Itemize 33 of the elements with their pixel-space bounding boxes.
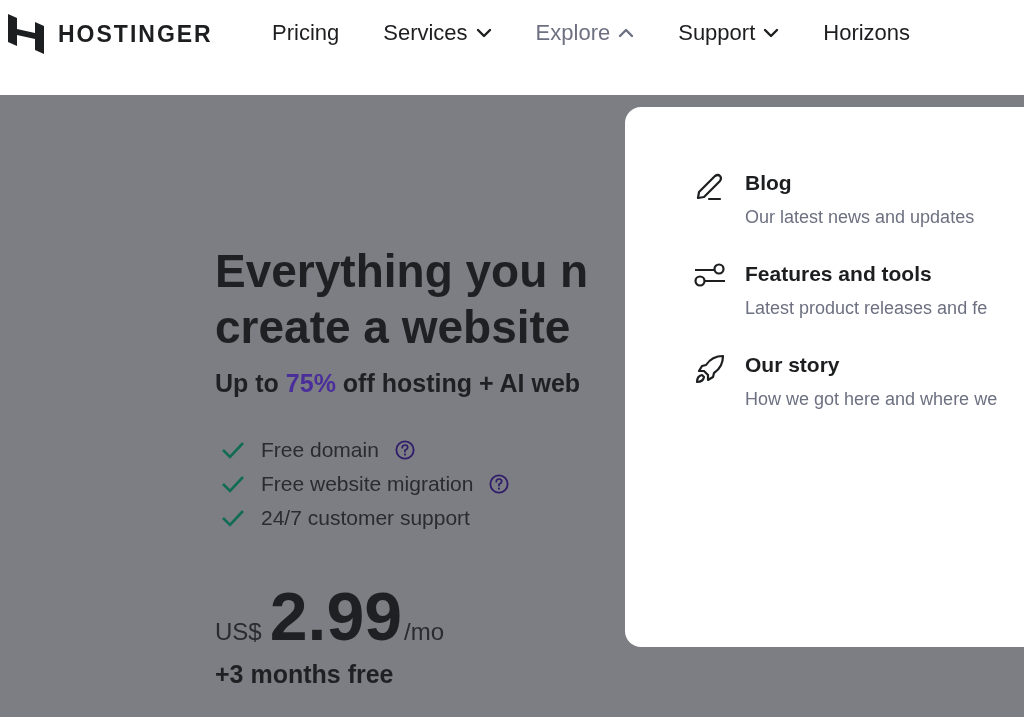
help-icon[interactable] (394, 440, 415, 460)
price-currency: US$ (215, 618, 262, 646)
hero-heading: create a website (215, 300, 571, 355)
check-icon (221, 475, 245, 493)
hero-heading: Everything you n (215, 244, 589, 299)
price-period: /mo (404, 618, 445, 646)
menu-item-description: Our latest news and updates (745, 207, 975, 228)
check-icon (221, 441, 245, 459)
check-icon (221, 509, 245, 527)
feature-text: 24/7 customer support (261, 506, 470, 530)
price-amount: 2.99 (269, 582, 403, 650)
chevron-up-icon (618, 28, 635, 38)
menu-item-title[interactable]: Our story (745, 353, 840, 377)
nav-link[interactable]: Horizons (823, 20, 911, 46)
hero-subtitle: Up to 75% off hosting + AI web (215, 369, 581, 398)
menu-item-title[interactable]: Features and tools (745, 262, 932, 286)
rocket-icon (693, 353, 727, 385)
help-icon[interactable] (489, 474, 510, 494)
brand-name[interactable]: HOSTINGER (58, 20, 213, 48)
nav-link[interactable]: Pricing (272, 20, 340, 46)
feature-text: Free domain (261, 438, 379, 462)
nav-link[interactable]: Services (383, 20, 492, 46)
chevron-down-icon (475, 28, 492, 38)
sliders-icon (693, 262, 727, 288)
menu-item-description: How we got here and where we (745, 389, 998, 410)
feature-text: Free website migration (261, 472, 474, 496)
menu-item-description: Latest product releases and fe (745, 298, 988, 319)
logo-icon[interactable] (8, 14, 44, 54)
menu-item-title[interactable]: Blog (745, 171, 792, 195)
nav-link[interactable]: Support (678, 20, 780, 46)
bonus-text: +3 months free (215, 660, 395, 689)
nav-link[interactable]: Explore (535, 20, 635, 46)
chevron-down-icon (763, 28, 780, 38)
